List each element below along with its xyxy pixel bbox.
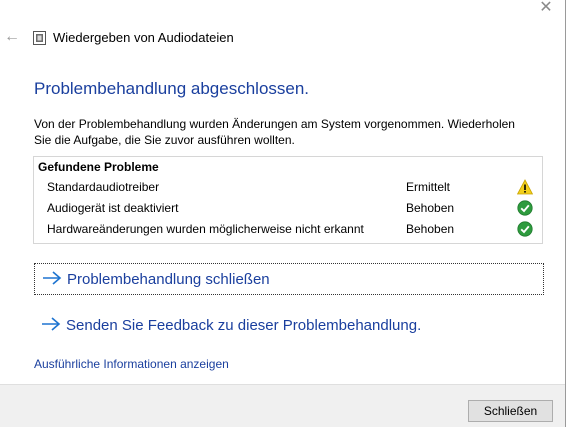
problem-row: Audiogerät ist deaktiviert Behoben [34,199,542,219]
check-icon [517,221,533,237]
close-window-icon[interactable]: ✕ [534,0,558,20]
window-title: Wiedergeben von Audiodateien [53,30,234,45]
intro-text: Von der Problembehandlung wurden Änderun… [34,117,515,147]
warning-icon [517,179,533,195]
problem-status: Behoben [406,222,455,236]
audio-file-icon [33,31,46,45]
send-feedback-link[interactable]: Senden Sie Feedback zu dieser Problembeh… [34,310,544,342]
show-details-link[interactable]: Ausführliche Informationen anzeigen [34,356,229,372]
problem-row: Standardaudiotreiber Ermittelt [34,178,542,198]
problems-panel: Gefundene Probleme Standardaudiotreiber … [33,156,543,244]
send-feedback-label: Senden Sie Feedback zu dieser Problembeh… [66,317,422,334]
problem-name: Audiogerät ist deaktiviert [47,201,179,215]
close-button[interactable]: Schließen [468,400,553,422]
arrow-right-icon [42,317,61,331]
problem-status: Ermittelt [406,180,451,194]
problems-header: Gefundene Probleme [38,160,159,174]
title-bar: ✕ ← Wiedergeben von Audiodateien [0,0,566,78]
close-troubleshooter-link[interactable]: Problembehandlung schließen [34,263,544,295]
problem-name: Standardaudiotreiber [47,180,160,194]
close-troubleshooter-label: Problembehandlung schließen [67,271,270,288]
page-title: Problembehandlung abgeschlossen. [34,79,310,98]
problem-status: Behoben [406,201,455,215]
problem-row: Hardwareänderungen wurden möglicherweise… [34,220,542,240]
problem-name: Hardwareänderungen wurden möglicherweise… [47,222,364,236]
arrow-right-icon [43,271,62,285]
check-icon [517,200,533,216]
back-arrow-icon[interactable]: ← [4,29,20,45]
